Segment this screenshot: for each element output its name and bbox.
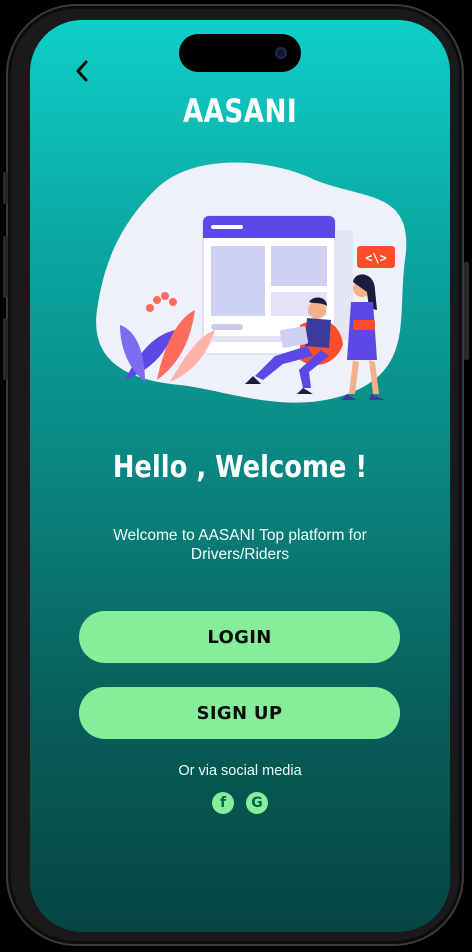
action-button (3, 172, 8, 204)
app-title: AASANI (182, 92, 298, 130)
social-login-row: f G (212, 792, 272, 816)
code-tag-text: <\> (365, 251, 387, 265)
welcome-heading: Hello , Welcome ! (112, 450, 368, 485)
sign-up-button[interactable]: SIGN UP (79, 687, 400, 739)
back-button[interactable] (68, 56, 98, 86)
volume-down-button (3, 318, 8, 380)
google-glyph: G (251, 795, 263, 811)
facebook-glyph: f (219, 795, 227, 811)
login-button[interactable]: LOGIN (79, 611, 400, 663)
camera-icon (275, 47, 287, 59)
welcome-illustration: <\> (85, 150, 415, 410)
welcome-subtitle: Welcome to AASANI Top platform for Drive… (113, 527, 367, 563)
google-icon[interactable]: G (246, 792, 268, 814)
app-screen: AASANI <\> Hello , Welcome ! Welcome to … (30, 20, 450, 932)
social-media-label: Or via social media (178, 763, 302, 779)
dynamic-island (179, 34, 301, 72)
facebook-icon[interactable]: f (212, 792, 234, 814)
power-button (464, 262, 469, 360)
chevron-left-icon (76, 60, 88, 82)
volume-up-button (3, 236, 8, 298)
